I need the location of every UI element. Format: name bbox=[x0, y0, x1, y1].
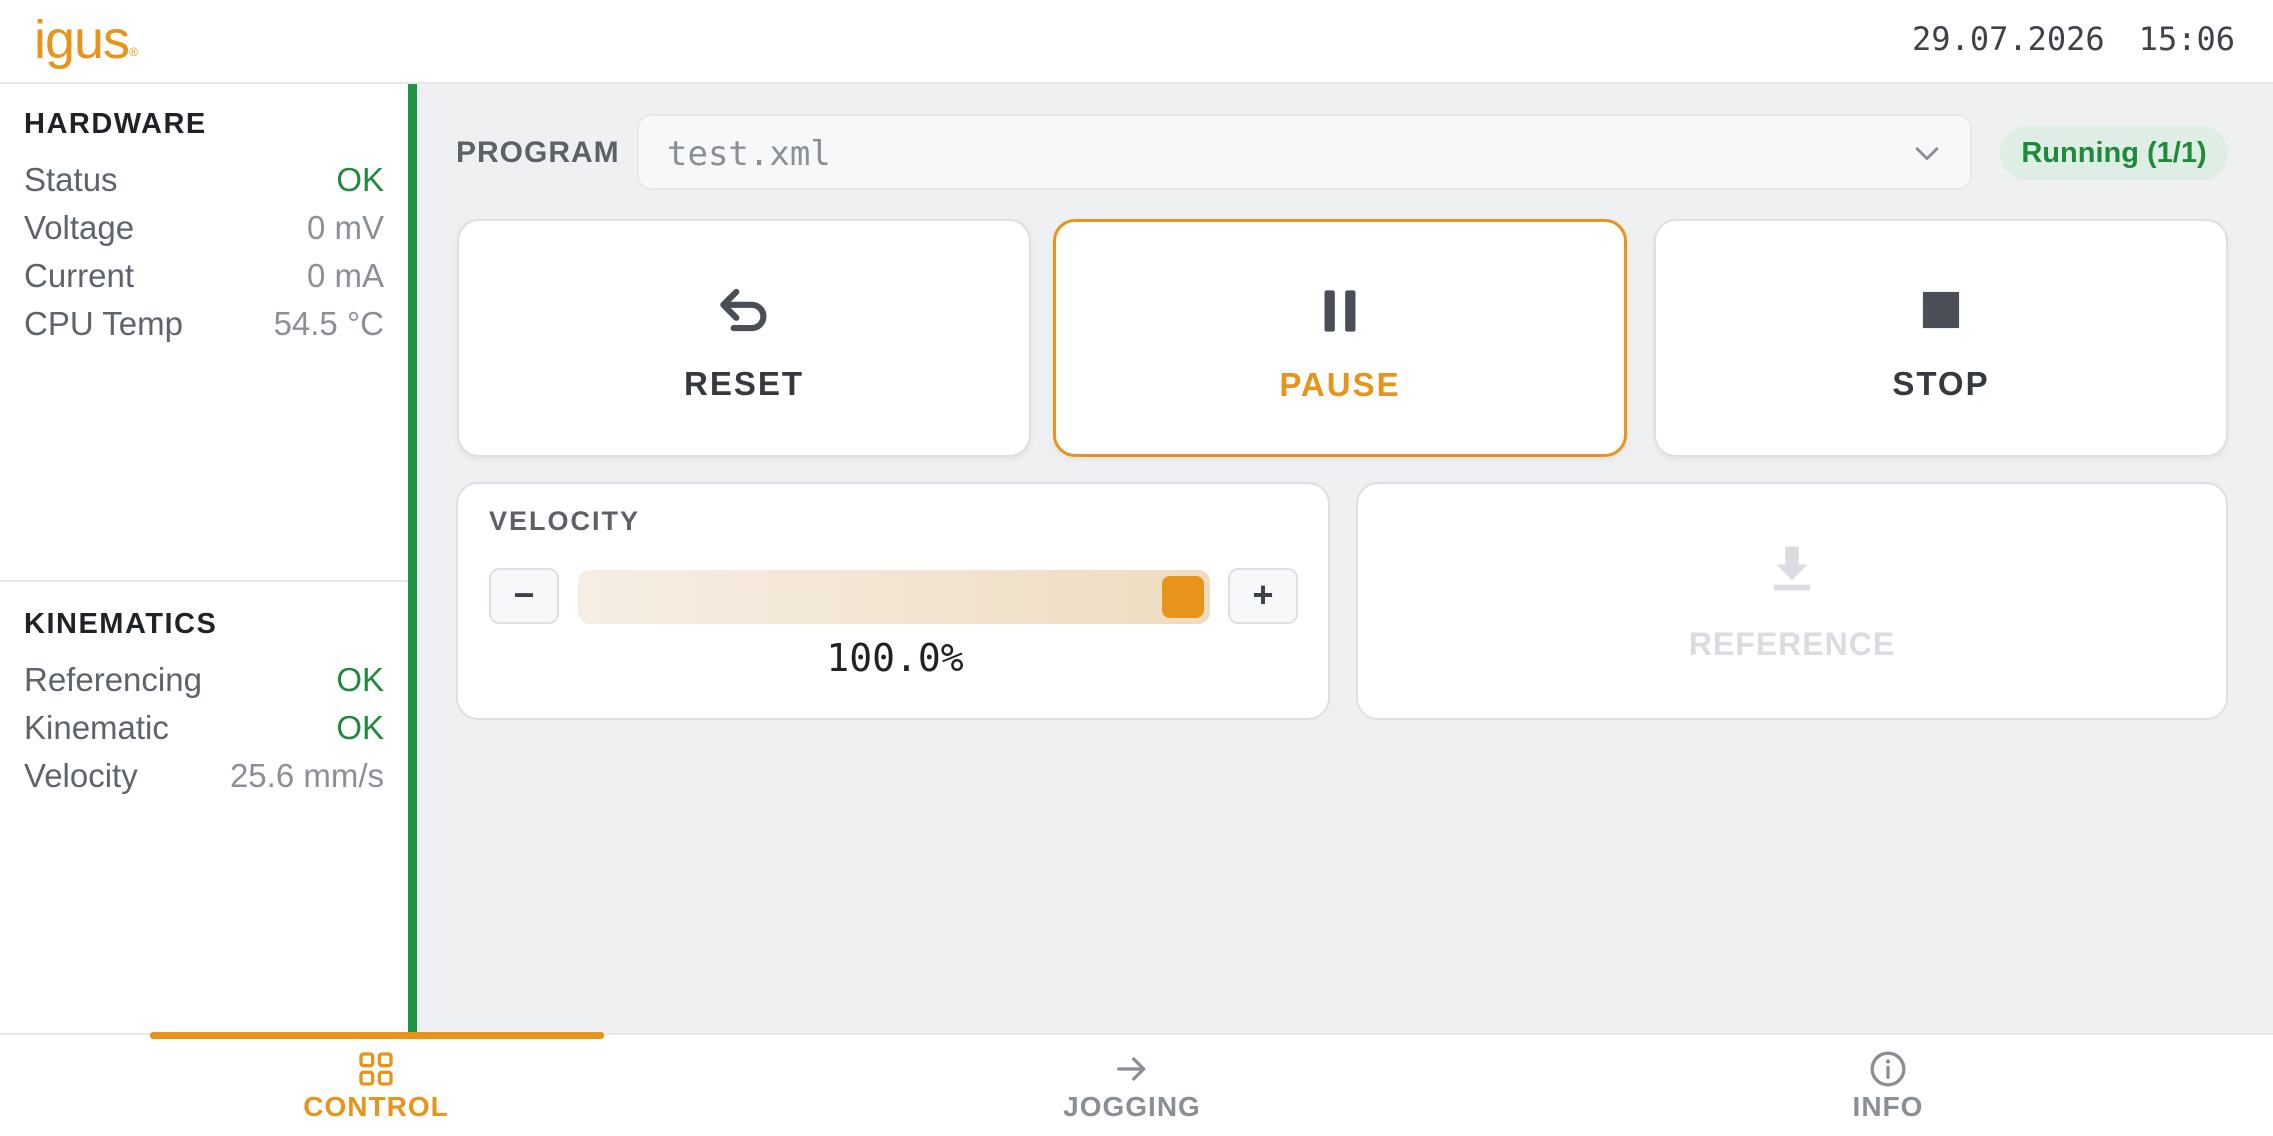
kinematic-label: Kinematic bbox=[24, 709, 169, 746]
kinematics-title: KINEMATICS bbox=[24, 608, 218, 640]
igus-logo: igus® bbox=[34, 10, 138, 70]
pause-icon bbox=[1324, 290, 1356, 332]
logo-text: igus bbox=[34, 10, 130, 70]
kinematics-velocity-row: Velocity 25.6 mm/s bbox=[24, 752, 384, 800]
reference-label: REFERENCE bbox=[1688, 626, 1896, 662]
pause-button[interactable]: PAUSE bbox=[1053, 219, 1627, 457]
sidebar-status-bar bbox=[408, 84, 417, 1033]
velocity-title: VELOCITY bbox=[489, 506, 641, 536]
reset-label: RESET bbox=[683, 365, 805, 402]
referencing-value: OK bbox=[336, 661, 384, 698]
kinematics-panel: KINEMATICS Referencing OK Kinematic OK V… bbox=[0, 604, 408, 800]
tab-control[interactable]: CONTROL bbox=[176, 1035, 576, 1136]
hardware-panel: HARDWARE Status OK Voltage 0 mV Current … bbox=[0, 104, 408, 348]
current-value: 0 mA bbox=[306, 257, 384, 294]
hardware-title: HARDWARE bbox=[24, 108, 207, 140]
tab-jogging-label: JOGGING bbox=[1063, 1091, 1201, 1122]
sidebar: HARDWARE Status OK Voltage 0 mV Current … bbox=[0, 84, 408, 1033]
sidebar-divider bbox=[0, 580, 408, 582]
program-select[interactable]: test.xml bbox=[637, 114, 1972, 190]
tab-control-label: CONTROL bbox=[303, 1091, 449, 1122]
velocity-card: VELOCITY − + 100.0% bbox=[456, 482, 1330, 720]
velocity-label: Velocity bbox=[24, 757, 138, 794]
date: 29.07.2026 bbox=[1912, 20, 2105, 58]
app: igus® 29.07.2026 15:06 HARDWARE Status OK… bbox=[0, 0, 2273, 1136]
stop-icon bbox=[1922, 291, 1960, 329]
tab-info-label: INFO bbox=[1852, 1091, 1924, 1122]
download-icon bbox=[1774, 546, 1810, 591]
velocity-slider[interactable] bbox=[578, 570, 1210, 624]
hardware-cpu-temp-row: CPU Temp 54.5 °C bbox=[24, 300, 384, 348]
program-status-badge: Running (1/1) bbox=[2000, 126, 2228, 180]
program-label: PROGRAM bbox=[456, 136, 620, 169]
velocity-decrease-button[interactable]: − bbox=[489, 568, 559, 624]
program-selected-value: test.xml bbox=[667, 134, 831, 174]
main-panel: PROGRAM test.xml Running (1/1) RESET PAU… bbox=[417, 84, 2273, 1033]
tab-info[interactable]: INFO bbox=[1688, 1035, 2088, 1136]
grid-icon bbox=[359, 1052, 393, 1086]
info-icon bbox=[1870, 1051, 1906, 1087]
status-label: Status bbox=[24, 161, 118, 198]
reference-button[interactable]: REFERENCE bbox=[1356, 482, 2228, 720]
kinematics-kinematic-row: Kinematic OK bbox=[24, 704, 384, 752]
header: igus® 29.07.2026 15:06 bbox=[0, 0, 2273, 84]
velocity-value: 25.6 mm/s bbox=[229, 757, 384, 794]
status-value: OK bbox=[336, 161, 384, 198]
pause-label: PAUSE bbox=[1279, 366, 1401, 403]
time: 15:06 bbox=[2138, 20, 2235, 58]
velocity-slider-thumb[interactable] bbox=[1162, 576, 1204, 618]
hardware-current-row: Current 0 mA bbox=[24, 252, 384, 300]
velocity-percent-value: 100.0% bbox=[826, 636, 964, 680]
kinematics-referencing-row: Referencing OK bbox=[24, 656, 384, 704]
voltage-value: 0 mV bbox=[306, 209, 384, 246]
bottom-nav: CONTROL JOGGING INFO bbox=[0, 1032, 2273, 1136]
velocity-increase-button[interactable]: + bbox=[1228, 568, 1298, 624]
stop-button[interactable]: STOP bbox=[1654, 219, 2228, 457]
hardware-status-row: Status OK bbox=[24, 156, 384, 204]
kinematic-value: OK bbox=[336, 709, 384, 746]
undo-arrow-icon bbox=[720, 288, 767, 332]
stop-label: STOP bbox=[1892, 365, 1990, 402]
reset-button[interactable]: RESET bbox=[457, 219, 1031, 457]
tab-jogging[interactable]: JOGGING bbox=[932, 1035, 1332, 1136]
cpu-temp-label: CPU Temp bbox=[24, 305, 183, 342]
voltage-label: Voltage bbox=[24, 209, 135, 246]
chevron-down-icon bbox=[1915, 147, 1939, 161]
arrow-right-icon bbox=[1117, 1057, 1146, 1081]
hardware-voltage-row: Voltage 0 mV bbox=[24, 204, 384, 252]
referencing-label: Referencing bbox=[24, 661, 202, 698]
current-label: Current bbox=[24, 257, 135, 294]
datetime: 29.07.2026 15:06 bbox=[1912, 20, 2235, 58]
cpu-temp-value: 54.5 °C bbox=[273, 305, 384, 342]
